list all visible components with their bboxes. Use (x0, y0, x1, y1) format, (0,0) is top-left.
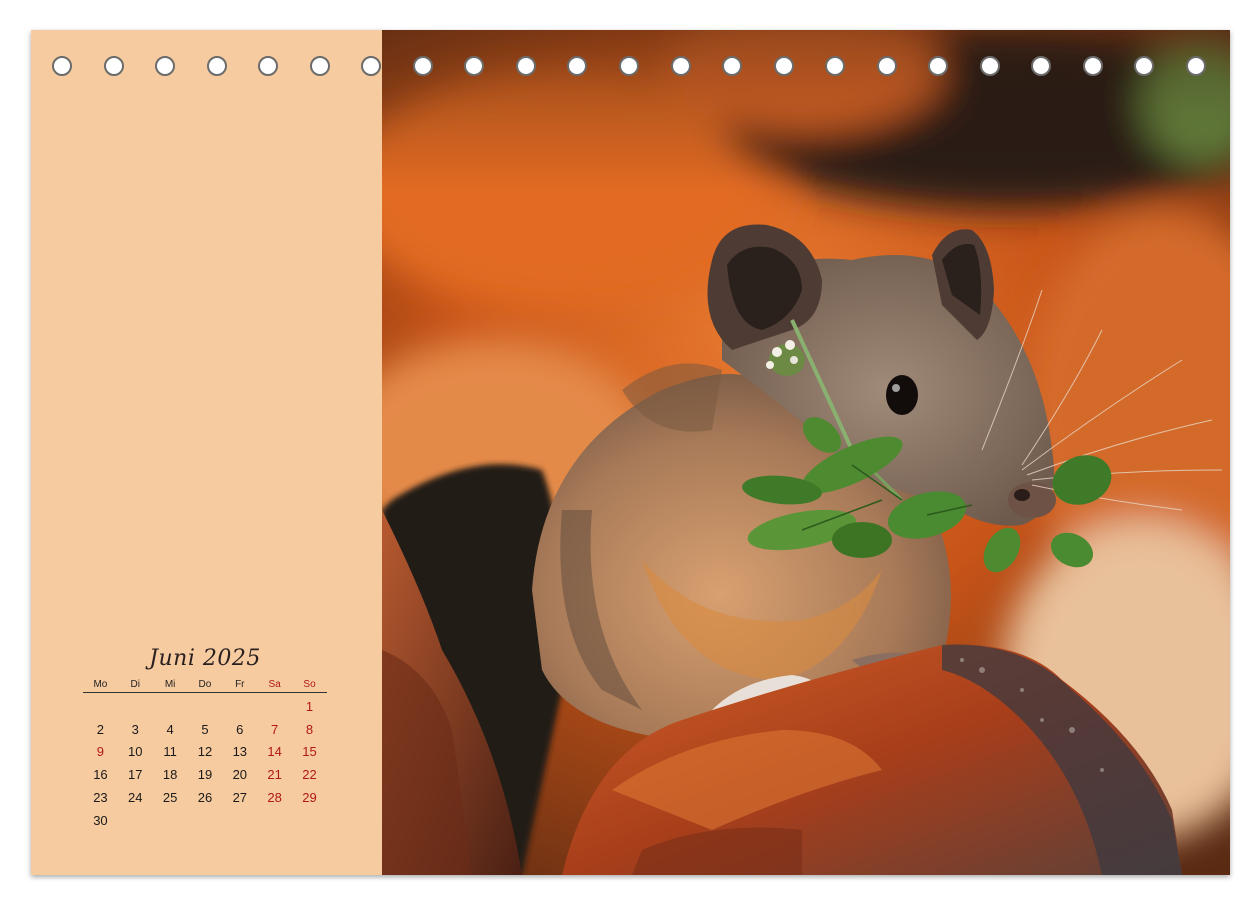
calendar-day: 20 (232, 767, 248, 783)
calendar-day: 4 (166, 721, 174, 737)
calendar-day: 6 (236, 721, 244, 737)
pika-photo (382, 30, 1230, 875)
calendar-day: 13 (232, 744, 248, 760)
weekday-label: Di (117, 676, 153, 693)
calendar-day: 22 (302, 767, 317, 783)
date-panel: Juni 2025 Mo Di Mi Do Fr Sa So 1 2 3 4 5 6 7 8 9 10 11 12… (31, 30, 382, 875)
calendar-day: 12 (197, 744, 213, 760)
calendar-day: 1 (305, 698, 314, 714)
weekday-label: Mi (152, 676, 188, 693)
calendar-day: 11 (163, 744, 177, 760)
weekday-header-row: Mo Di Mi Do Fr Sa So (83, 676, 327, 693)
calendar-empty-cell (257, 693, 292, 718)
weekday-label: Do (187, 676, 223, 693)
calendar-empty-cell (153, 809, 188, 832)
weekday-label: So (292, 676, 327, 693)
calendar-day: 23 (93, 790, 108, 806)
calendar-week-row: 1 (83, 693, 327, 718)
calendar-day: 18 (162, 767, 178, 783)
calendar-day: 3 (131, 721, 139, 737)
calendar-page: Juni 2025 Mo Di Mi Do Fr Sa So 1 2 3 4 5 6 7 8 9 10 11 12… (31, 30, 1230, 875)
weekday-label: Fr (222, 676, 258, 693)
calendar-day: 2 (96, 721, 105, 737)
month-calendar: Juni 2025 Mo Di Mi Do Fr Sa So 1 2 3 4 5 6 7 8 9 10 11 12… (83, 642, 327, 832)
calendar-empty-cell (118, 809, 153, 832)
calendar-empty-cell (83, 693, 118, 718)
calendar-day: 24 (128, 790, 143, 806)
calendar-day: 25 (162, 790, 178, 806)
weekday-label: Sa (257, 676, 293, 693)
calendar-day: 21 (267, 767, 282, 783)
calendar-week-row: 9 10 11 12 13 14 15 (83, 741, 327, 764)
calendar-day: 7 (271, 721, 279, 737)
calendar-day: 28 (267, 790, 282, 806)
calendar-empty-cell (222, 809, 257, 832)
month-title: Juni 2025 (149, 646, 261, 671)
calendar-day: 30 (93, 812, 108, 828)
calendar-week-row: 23 24 25 26 27 28 29 (83, 786, 327, 809)
calendar-day: 17 (128, 767, 143, 783)
calendar-empty-cell (118, 693, 153, 718)
calendar-empty-cell (257, 809, 292, 832)
calendar-empty-cell (188, 809, 223, 832)
calendar-day: 8 (305, 721, 314, 737)
calendar-day: 26 (197, 790, 213, 806)
calendar-empty-cell (153, 693, 188, 718)
calendar-day: 15 (302, 744, 317, 760)
calendar-week-row: 30 (83, 809, 327, 832)
calendar-day: 27 (232, 790, 248, 806)
calendar-week-row: 16 17 18 19 20 21 22 (83, 763, 327, 786)
calendar-empty-cell (292, 809, 327, 832)
calendar-grid: Mo Di Mi Do Fr Sa So 1 2 3 4 5 6 7 8 9 10 11 12 13 14 15 16 17… (83, 676, 327, 832)
calendar-day: 10 (128, 744, 143, 760)
calendar-day: 9 (96, 744, 105, 760)
calendar-empty-cell (222, 693, 257, 718)
calendar-day: 29 (302, 790, 317, 806)
calendar-day: 19 (197, 767, 213, 783)
calendar-day: 16 (93, 767, 108, 783)
calendar-day: 14 (267, 744, 282, 760)
calendar-empty-cell (188, 693, 223, 718)
calendar-day: 5 (201, 721, 209, 737)
calendar-weeks: 1 2 3 4 5 6 7 8 9 10 11 12 13 14 15 16 17 18 19 20 21 22 23 24 2… (83, 693, 327, 832)
calendar-week-row: 2 3 4 5 6 7 8 (83, 718, 327, 741)
weekday-label: Mo (83, 676, 118, 693)
